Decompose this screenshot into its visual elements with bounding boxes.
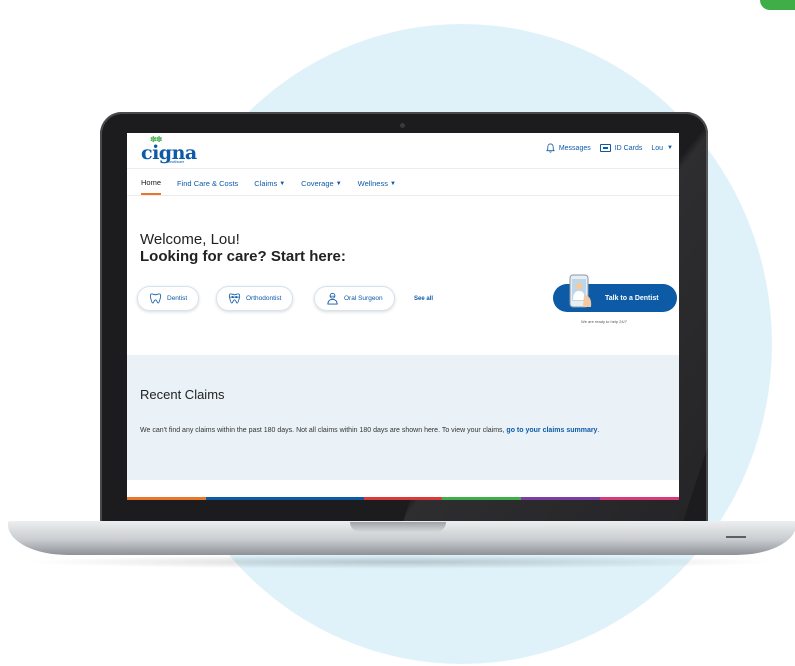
recent-claims-section: Recent Claims We can't find any claims w… [127,355,679,480]
nav-claims[interactable]: Claims ▼ [254,178,285,195]
laptop-opening-notch [350,522,446,532]
nav-divider [127,195,679,196]
recent-claims-title: Recent Claims [140,387,225,402]
nav-home[interactable]: Home [141,178,162,195]
claims-summary-link[interactable]: go to your claims summary [506,427,597,434]
laptop-screen: ✽✽ cigna healthcare Messages ID Cards Lo… [127,133,679,500]
braces-tooth-icon [228,293,241,304]
tooth-icon [149,293,162,304]
id-cards-link[interactable]: ID Cards [599,144,643,152]
footer-color-segment [600,497,679,500]
footer-color-segment [521,497,601,500]
messages-label: Messages [558,144,591,152]
oral-surgeon-label: Oral Surgeon [344,295,383,302]
orthodontist-label: Orthodontist [246,295,282,302]
support-availability-text: We are ready to help 24/7 [581,319,627,324]
claims-message: We can't find any claims within the past… [140,427,600,434]
oral-surgeon-chip[interactable]: Oral Surgeon [314,286,395,311]
footer-color-segment [363,497,443,500]
user-menu[interactable]: Lou ▼ [651,145,673,152]
footer-color-segment [284,497,364,500]
chevron-down-icon: ▼ [279,180,286,187]
surgeon-icon [327,292,338,305]
webcam [400,123,405,128]
main-nav: Home Find Care & Costs Claims ▼ Coverage… [141,178,396,195]
laptop-indicator [726,536,746,538]
id-card-icon [599,144,611,152]
see-all-link[interactable]: See all [414,296,433,302]
video-call-phone-icon [569,274,592,308]
messages-link[interactable]: Messages [545,143,591,153]
chevron-down-icon: ▼ [667,145,673,151]
talk-to-dentist-label: Talk to a Dentist [605,294,659,302]
welcome-greeting: Welcome, Lou! [140,231,240,248]
footer-color-segment [127,497,206,500]
footer-color-segment [442,497,522,500]
footer-color-bar [127,497,679,500]
top-header: ✽✽ cigna healthcare Messages ID Cards Lo… [127,133,679,169]
cigna-logo[interactable]: ✽✽ cigna healthcare [141,135,201,167]
chevron-down-icon: ▼ [389,180,396,187]
chevron-down-icon: ▼ [335,180,342,187]
corner-leaf-decoration [760,0,795,10]
utility-nav: Messages ID Cards Lou ▼ [545,143,673,153]
nav-find-care[interactable]: Find Care & Costs [177,178,238,195]
care-headline: Looking for care? Start here: [140,248,346,265]
nav-coverage[interactable]: Coverage ▼ [301,178,341,195]
orthodontist-chip[interactable]: Orthodontist [216,286,294,311]
dentist-chip[interactable]: Dentist [137,286,200,311]
dentist-label: Dentist [167,295,188,302]
bell-icon [545,143,555,153]
nav-wellness[interactable]: Wellness ▼ [358,178,396,195]
footer-color-segment [205,497,285,500]
id-cards-label: ID Cards [614,144,643,152]
logo-subtitle: healthcare [168,160,185,164]
user-name: Lou [651,144,664,152]
